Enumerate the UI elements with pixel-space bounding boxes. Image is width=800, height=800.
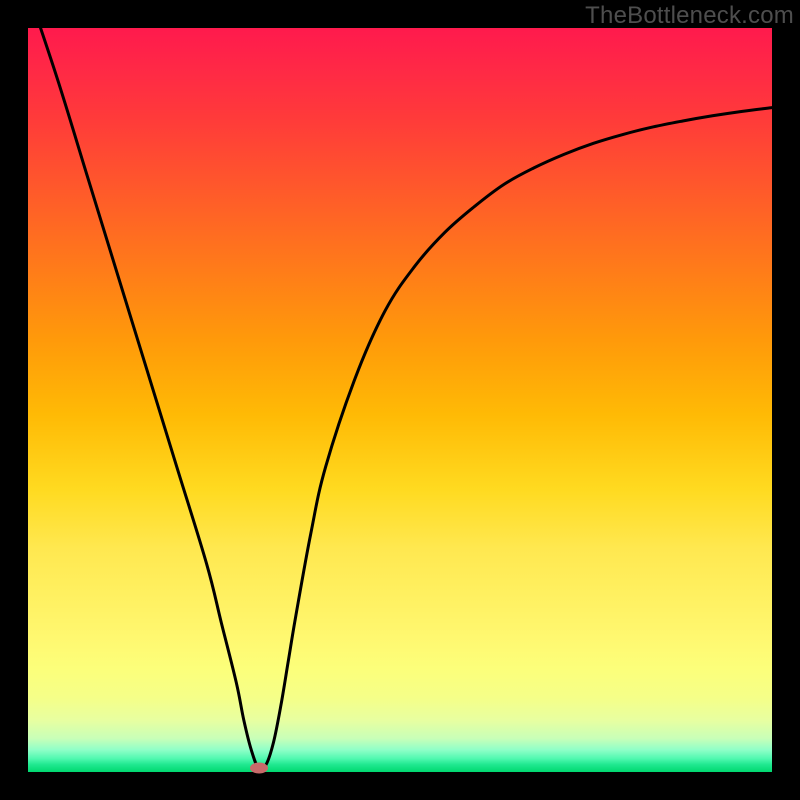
minimum-marker [250,763,268,774]
plot-area [28,28,772,772]
chart-container: TheBottleneck.com [0,0,800,800]
watermark-text: TheBottleneck.com [585,2,794,30]
bottleneck-curve [28,28,772,770]
curve-svg [28,28,772,772]
